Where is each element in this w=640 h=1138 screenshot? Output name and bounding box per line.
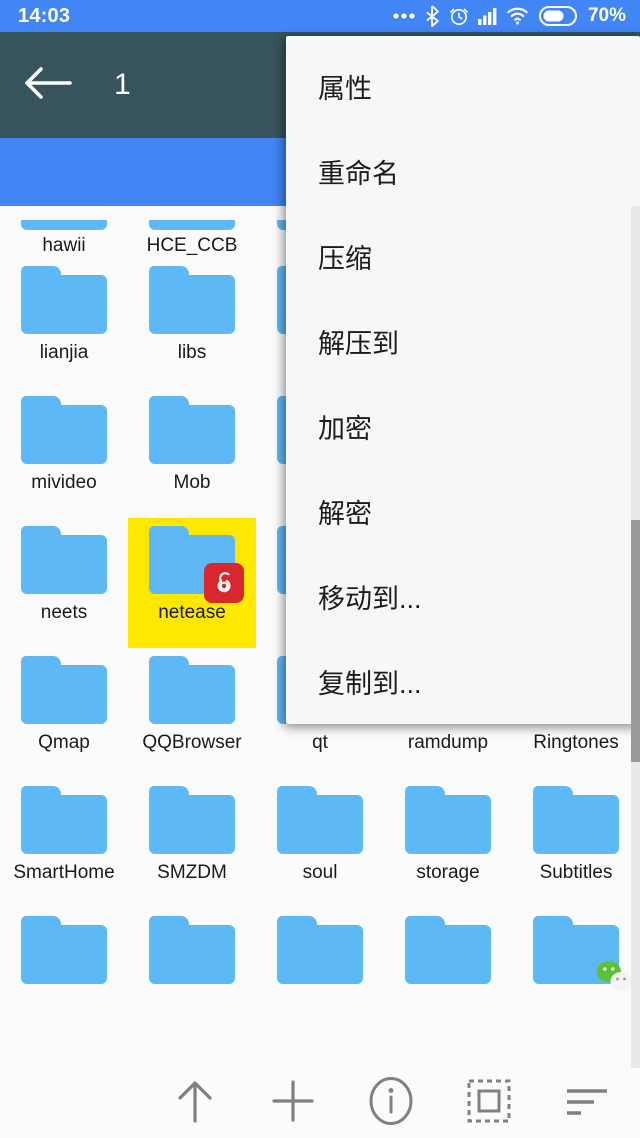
folder-icon [21,656,107,724]
file-manager-screen: 14:03 70% 1 hawii HCE_CCB lianjia libs m… [0,0,640,1138]
select-all-icon [466,1078,512,1129]
folder-item[interactable]: Subtitles [512,778,640,908]
folder-item[interactable]: HCE_CCB [128,206,256,258]
folder-icon [405,786,491,854]
context-menu[interactable]: 属性 重命名 压缩 解压到 加密 解密 移动到... 复制到... [286,36,640,724]
menu-item[interactable]: 加密 [286,384,640,469]
folder-label: mivideo [31,472,97,493]
folder-item[interactable] [128,908,256,1038]
folder-item[interactable]: Mob [128,388,256,518]
back-arrow-icon [24,66,72,105]
folder-item[interactable]: mivideo [0,388,128,518]
alarm-icon [449,5,469,27]
folder-label: SmartHome [13,862,115,883]
folder-item[interactable]: soul [256,778,384,908]
folder-icon [149,220,235,230]
folder-item[interactable] [384,908,512,1038]
bottom-toolbar [0,1068,640,1138]
folder-label: Ringtones [533,732,619,753]
folder-label: soul [302,862,338,883]
status-bar: 14:03 70% [0,0,640,32]
folder-icon [149,916,235,984]
folder-item[interactable]: neets [0,518,128,648]
info-button[interactable] [360,1072,422,1134]
folder-icon [149,786,235,854]
folder-icon [21,266,107,334]
folder-icon [277,786,363,854]
battery-percent-text: 70% [587,5,626,26]
add-button[interactable] [262,1072,324,1134]
folder-icon [149,396,235,464]
menu-item[interactable]: 解压到 [286,299,640,384]
sort-icon [564,1083,610,1124]
selection-count: 1 [114,68,131,101]
folder-icon [21,786,107,854]
folder-item-selected[interactable]: netease [128,518,256,648]
folder-item[interactable]: lianjia [0,258,128,388]
folder-label: storage [416,862,480,883]
folder-icon [21,526,107,594]
folder-label: HCE_CCB [146,235,238,256]
folder-icon [149,656,235,724]
select-all-button[interactable] [458,1072,520,1134]
folder-icon [149,266,235,334]
folder-item[interactable]: SmartHome [0,778,128,908]
sort-button[interactable] [556,1072,618,1134]
folder-label: QQBrowser [142,732,242,753]
folder-item[interactable]: Qmap [0,648,128,778]
folder-icon [21,396,107,464]
signal-icon [477,5,498,27]
folder-item[interactable]: QQBrowser [128,648,256,778]
folder-item[interactable] [0,908,128,1038]
netease-music-icon [204,563,244,603]
wifi-icon [507,5,530,27]
back-button[interactable] [0,32,96,138]
folder-label: Mob [173,472,211,493]
bluetooth-icon [425,5,440,27]
folder-item[interactable] [512,908,640,1038]
folder-icon [21,916,107,984]
menu-item[interactable]: 重命名 [286,129,640,214]
plus-icon [271,1079,315,1128]
status-clock: 14:03 [18,4,71,27]
folder-label: neets [40,602,88,623]
folder-item[interactable]: storage [384,778,512,908]
menu-item[interactable]: 解密 [286,469,640,554]
info-circle-icon [368,1076,414,1131]
menu-item[interactable]: 压缩 [286,214,640,299]
folder-label: hawii [42,235,86,256]
folder-icon [21,220,107,230]
folder-label: ramdump [407,732,489,753]
folder-label: lianjia [39,342,89,363]
folder-icon [277,916,363,984]
wechat-icon [594,956,634,996]
menu-item[interactable]: 复制到... [286,639,640,724]
battery-icon [538,5,577,27]
folder-label: Qmap [38,732,90,753]
folder-item[interactable] [256,908,384,1038]
scrollbar-thumb[interactable] [631,520,640,762]
more-dots-icon [392,5,416,27]
menu-item[interactable]: 属性 [286,44,640,129]
status-icons: 70% [392,5,626,27]
folder-icon [405,916,491,984]
folder-label: libs [177,342,207,363]
upload-button[interactable] [164,1072,226,1134]
folder-item[interactable]: libs [128,258,256,388]
folder-label: qt [312,732,328,753]
folder-item[interactable]: SMZDM [128,778,256,908]
menu-item[interactable]: 移动到... [286,554,640,639]
folder-icon [533,786,619,854]
folder-label: netease [158,602,226,623]
grid-row: SmartHome SMZDM soul storage Subtitles [0,778,640,908]
up-arrow-icon [174,1078,216,1129]
grid-row [0,908,640,1038]
folder-item[interactable]: hawii [0,206,128,258]
folder-label: SMZDM [157,862,227,883]
folder-label: Subtitles [539,862,613,883]
